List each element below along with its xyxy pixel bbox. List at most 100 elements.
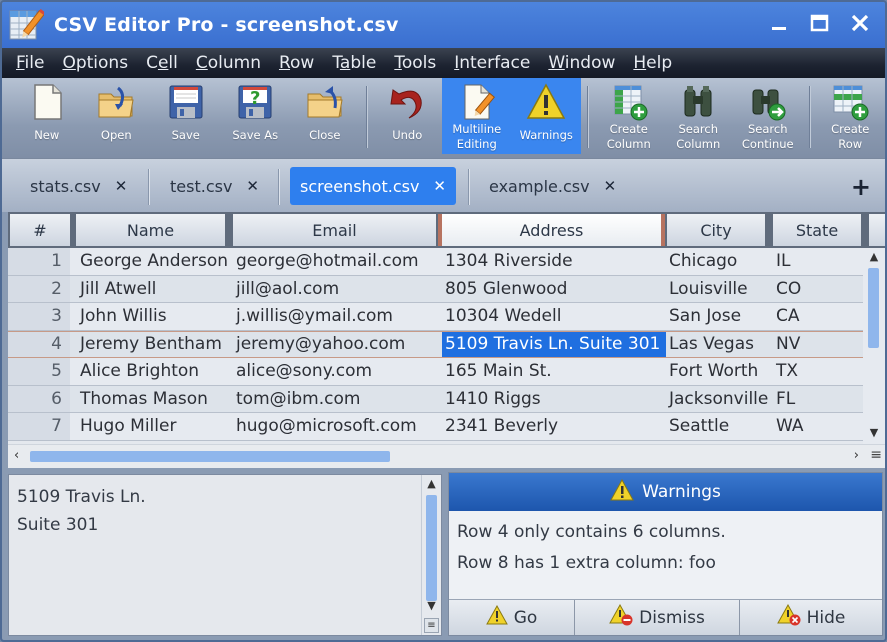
state-cell[interactable]: WA [768, 413, 863, 440]
city-cell[interactable]: Chicago [666, 248, 768, 275]
row-number[interactable]: 3 [8, 303, 70, 330]
name-cell[interactable]: Jill Atwell [74, 276, 227, 303]
table-row[interactable]: 2 Jill Atwell jill@aol.com 805 Glenwood Loui… [8, 275, 863, 303]
city-cell[interactable]: San Jose [666, 303, 768, 330]
multiline-editing-button[interactable]: Multiline Editing [442, 78, 512, 154]
search-continue-button[interactable]: Search Continue [733, 78, 803, 154]
header-address[interactable]: Address [442, 214, 661, 246]
scroll-left-icon[interactable]: ‹ [14, 448, 19, 463]
email-cell[interactable]: alice@sony.com [230, 358, 436, 385]
warning-message[interactable]: Row 4 only contains 6 columns. [457, 517, 726, 548]
row-number[interactable]: 4 [8, 331, 70, 357]
table-row[interactable]: 3 John Willis j.willis@ymail.com 10304 Wede… [8, 303, 863, 331]
state-cell[interactable]: IL [768, 248, 863, 275]
state-cell[interactable]: CO [768, 276, 863, 303]
menu-cell[interactable]: Cell [146, 53, 178, 73]
editor-menu-icon[interactable]: ≡ [424, 618, 439, 633]
name-cell[interactable]: Alice Brighton [74, 358, 227, 385]
maximize-button[interactable] [807, 10, 833, 36]
editor-scroll-thumb[interactable] [426, 495, 437, 601]
menu-table[interactable]: Table [332, 53, 376, 73]
menu-help[interactable]: Help [633, 53, 672, 73]
close-tab-icon[interactable]: ✕ [604, 177, 617, 195]
new-button[interactable]: New [12, 78, 82, 154]
row-number[interactable]: 7 [8, 413, 70, 440]
editor-text[interactable]: 5109 Travis Ln. Suite 301 [17, 483, 146, 539]
grid-vertical-scrollbar[interactable]: ▲ ▼ [863, 248, 885, 444]
table-row[interactable]: 5 Alice Brighton alice@sony.com 165 Main St… [8, 358, 863, 386]
editor-scrollbar[interactable]: ▲ ▼ ≡ [421, 475, 441, 635]
title-bar[interactable]: CSV Editor Pro - screenshot.csv [2, 2, 885, 48]
scroll-up-icon[interactable]: ▲ [863, 250, 885, 266]
menu-window[interactable]: Window [548, 53, 615, 73]
minimize-button[interactable] [767, 10, 793, 36]
email-cell[interactable]: tom@ibm.com [230, 386, 436, 413]
name-cell[interactable]: Jeremy Bentham [74, 332, 227, 358]
menu-options[interactable]: Options [62, 53, 128, 73]
warning-message[interactable]: Row 8 has 1 extra column: foo [457, 548, 726, 579]
address-cell[interactable]: 10304 Wedell [442, 303, 666, 330]
scroll-right-icon[interactable]: › [854, 448, 859, 463]
grid-horizontal-scroll-thumb[interactable] [30, 451, 390, 462]
email-cell[interactable]: george@hotmail.com [230, 248, 436, 275]
header-row-number[interactable]: # [10, 214, 70, 246]
scroll-up-icon[interactable]: ▲ [422, 477, 441, 490]
scroll-down-icon[interactable]: ▼ [422, 599, 441, 612]
hide-button[interactable]: Hide [740, 600, 882, 635]
header-overflow[interactable] [869, 214, 885, 246]
row-number[interactable]: 6 [8, 385, 70, 412]
close-tab-icon[interactable]: ✕ [246, 177, 259, 195]
email-cell[interactable]: jeremy@yahoo.com [230, 332, 436, 358]
save-button[interactable]: Save [151, 78, 221, 154]
header-city[interactable]: City [667, 214, 765, 246]
address-cell[interactable]: 165 Main St. [442, 358, 666, 385]
tab-example-csv[interactable]: example.csv ✕ [489, 167, 616, 205]
header-state[interactable]: State [773, 214, 861, 246]
city-cell[interactable]: Fort Worth [666, 358, 768, 385]
grid-horizontal-scrollbar[interactable]: ‹ › ≡ [8, 444, 885, 468]
address-cell[interactable]: 1410 Riggs [442, 386, 666, 413]
state-cell[interactable]: TX [768, 358, 863, 385]
email-cell[interactable]: j.willis@ymail.com [230, 303, 436, 330]
multiline-editor[interactable]: 5109 Travis Ln. Suite 301 ▲ ▼ ≡ [8, 474, 442, 636]
state-cell[interactable]: CA [768, 303, 863, 330]
close-tab-icon[interactable]: ✕ [433, 177, 446, 195]
name-cell[interactable]: Hugo Miller [74, 413, 227, 440]
dismiss-button[interactable]: Dismiss [575, 600, 740, 635]
close-window-button[interactable] [847, 10, 873, 36]
scroll-down-icon[interactable]: ▼ [863, 426, 885, 442]
menu-tools[interactable]: Tools [394, 53, 436, 73]
tab-screenshot-csv[interactable]: screenshot.csv ✕ [290, 167, 456, 205]
city-cell[interactable]: Seattle [666, 413, 768, 440]
row-number[interactable]: 5 [8, 358, 70, 385]
add-tab-button[interactable]: + [851, 173, 871, 201]
menu-row[interactable]: Row [279, 53, 314, 73]
name-cell[interactable]: Thomas Mason [74, 386, 227, 413]
table-row[interactable]: 6 Thomas Mason tom@ibm.com 1410 Riggs Jackso… [8, 385, 863, 413]
name-cell[interactable]: George Anderson [74, 248, 227, 275]
close-tab-icon[interactable]: ✕ [115, 177, 128, 195]
tab-stats-csv[interactable]: stats.csv ✕ [30, 167, 127, 205]
menu-column[interactable]: Column [196, 53, 261, 73]
email-cell[interactable]: jill@aol.com [230, 276, 436, 303]
table-row[interactable]: 1 George Anderson george@hotmail.com 1304 R… [8, 248, 863, 276]
state-cell[interactable]: FL [768, 386, 863, 413]
warnings-button[interactable]: Warnings [511, 78, 581, 154]
menu-interface[interactable]: Interface [454, 53, 530, 73]
menu-file[interactable]: File [16, 53, 44, 73]
close-file-button[interactable]: Close [290, 78, 360, 154]
email-cell[interactable]: hugo@microsoft.com [230, 413, 436, 440]
search-column-button[interactable]: Search Column [664, 78, 734, 154]
row-number[interactable]: 2 [8, 275, 70, 302]
table-row[interactable]: 4 Jeremy Bentham jeremy@yahoo.com 5109 Trav… [8, 330, 863, 358]
city-cell[interactable]: Las Vegas [666, 332, 768, 358]
address-cell[interactable]: 2341 Beverly [442, 413, 666, 440]
create-row-button[interactable]: Create Row [816, 78, 886, 154]
tab-test-csv[interactable]: test.csv ✕ [170, 167, 259, 205]
header-name[interactable]: Name [76, 214, 225, 246]
grid-menu-icon[interactable]: ≡ [870, 447, 882, 463]
table-row[interactable]: 7 Hugo Miller hugo@microsoft.com 2341 Bever… [8, 413, 863, 441]
address-cell[interactable]: 5109 Travis Ln. Suite 301 [442, 331, 666, 357]
grid-vertical-scroll-thumb[interactable] [868, 268, 879, 348]
address-cell[interactable]: 1304 Riverside [442, 248, 666, 275]
